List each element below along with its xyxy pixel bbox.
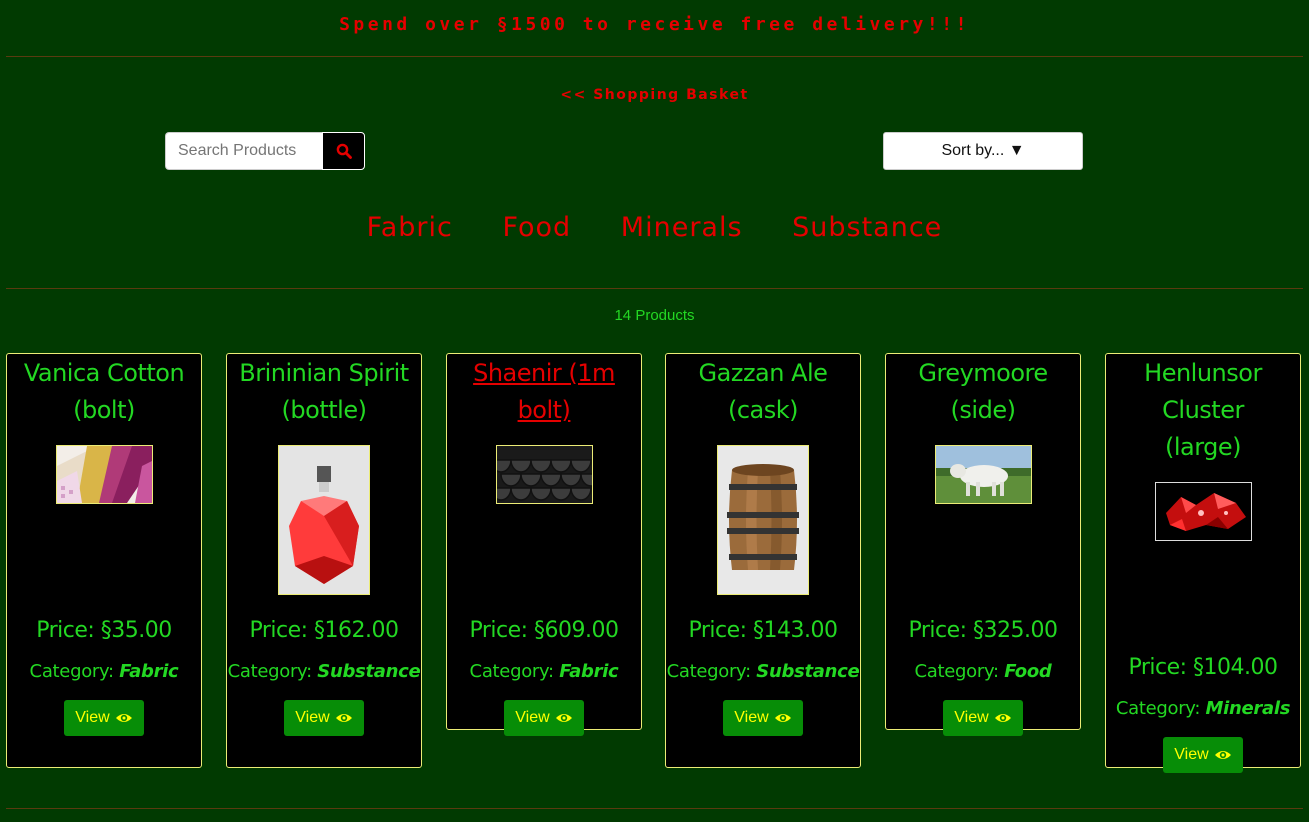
wooden-barrel-image: [718, 446, 808, 594]
product-count: 14 Products: [614, 307, 695, 324]
sort-dropdown[interactable]: Sort by... ▼: [883, 132, 1083, 170]
fabric-swatches-image: [56, 446, 152, 503]
product-category: Category: Minerals: [1115, 698, 1291, 719]
product-price: Price: §162.00: [249, 618, 399, 643]
category-link-food[interactable]: Food: [502, 212, 571, 243]
product-title[interactable]: Shaenir (1m bolt): [447, 354, 641, 429]
product-title[interactable]: Henlunsor Cluster (large): [1106, 354, 1300, 466]
product-image[interactable]: [717, 445, 809, 595]
eye-icon: [115, 714, 132, 722]
product-category: Category: Substance: [227, 661, 421, 682]
search-button[interactable]: [322, 132, 365, 170]
product-image[interactable]: [278, 445, 370, 595]
view-button[interactable]: View: [943, 700, 1023, 736]
product-card: Greymoore (side) Price: §325.00 Category…: [885, 353, 1081, 736]
product-title[interactable]: Brininian Spirit (bottle): [227, 354, 421, 429]
free-delivery-banner: Spend over §1500 to receive free deliver…: [339, 14, 970, 35]
product-title[interactable]: Greymoore (side): [886, 354, 1080, 429]
view-button[interactable]: View: [504, 700, 584, 736]
product-category: Category: Food: [914, 661, 1052, 682]
category-nav: Fabric Food Minerals Substance: [0, 212, 1309, 243]
product-price: Price: §609.00: [469, 618, 619, 643]
eye-icon: [1214, 751, 1231, 759]
product-price: Price: §35.00: [36, 618, 172, 643]
product-title[interactable]: Vanica Cotton (bolt): [7, 354, 201, 429]
product-image[interactable]: [495, 445, 593, 504]
product-card: Shaenir (1m bolt) Price: §609.00 Categor…: [446, 353, 642, 736]
view-button[interactable]: View: [284, 700, 364, 736]
view-button[interactable]: View: [1163, 737, 1243, 773]
product-price: Price: §143.00: [688, 618, 838, 643]
shopping-basket-link[interactable]: << Shopping Basket: [0, 87, 1309, 103]
red-crystals-image: [1155, 483, 1251, 540]
view-button[interactable]: View: [64, 700, 144, 736]
eye-icon: [994, 714, 1011, 722]
eye-icon: [555, 714, 572, 722]
product-category: Category: Fabric: [29, 661, 179, 682]
search-bar: [165, 132, 365, 170]
product-category: Category: Fabric: [469, 661, 619, 682]
product-image[interactable]: [1154, 482, 1252, 541]
eye-icon: [335, 714, 352, 722]
search-icon: [336, 143, 352, 159]
product-price: Price: §325.00: [908, 618, 1058, 643]
white-ox-image: [935, 446, 1031, 503]
category-link-minerals[interactable]: Minerals: [621, 212, 743, 243]
product-title[interactable]: Gazzan Ale (cask): [666, 354, 860, 429]
product-image[interactable]: [55, 445, 153, 504]
product-card: Gazzan Ale (cask) Price: §143.00 Categor…: [665, 353, 861, 768]
product-card: Henlunsor Cluster (large) Price: §104.00…: [1105, 353, 1301, 773]
category-link-substance[interactable]: Substance: [792, 212, 942, 243]
eye-icon: [774, 714, 791, 722]
divider: [6, 56, 1303, 57]
category-link-fabric[interactable]: Fabric: [367, 212, 453, 243]
product-category: Category: Substance: [666, 661, 860, 682]
product-image[interactable]: [934, 445, 1032, 504]
divider: [6, 808, 1303, 809]
dark-scales-image: [496, 446, 592, 503]
divider: [6, 288, 1303, 289]
search-input[interactable]: [165, 132, 322, 170]
product-card: Brininian Spirit (bottle) Price: §162.00…: [226, 353, 422, 768]
view-button[interactable]: View: [723, 700, 803, 736]
product-card: Vanica Cotton (bolt) Price: §35.00 Categ…: [6, 353, 202, 768]
red-spirit-bottle-image: [279, 446, 369, 594]
product-price: Price: §104.00: [1128, 655, 1278, 680]
